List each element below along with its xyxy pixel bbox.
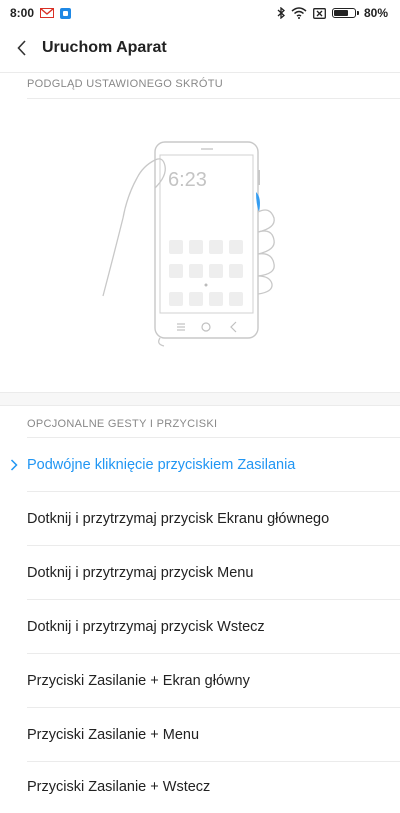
option-label: Dotknij i przytrzymaj przycisk Ekranu gł… (27, 510, 330, 527)
gmail-icon (40, 8, 55, 18)
wifi-icon (291, 7, 307, 19)
back-button[interactable] (8, 34, 36, 62)
section-gap (0, 393, 400, 405)
preview-header-divider (27, 98, 400, 99)
option-double-click-power[interactable]: Podwójne kliknięcie przyciskiem Zasilani… (0, 438, 400, 491)
chevron-right-icon (10, 458, 18, 471)
clock: 8:00 (10, 6, 35, 20)
option-power-menu[interactable]: Przyciski Zasilanie + Menu (0, 708, 400, 761)
option-power-home[interactable]: Przyciski Zasilanie + Ekran główny (0, 654, 400, 707)
option-label: Przyciski Zasilanie + Ekran główny (27, 672, 250, 689)
option-power-back[interactable]: Przyciski Zasilanie + Wstecz (0, 760, 400, 813)
back-arrow-icon (17, 40, 26, 56)
notification-app-icon (60, 7, 72, 19)
no-sim-icon (313, 7, 326, 19)
option-label: Przyciski Zasilanie + Menu (27, 726, 200, 743)
shortcut-preview-illustration: 6:23 (102, 141, 275, 347)
page-indicator (204, 283, 208, 287)
option-label: Podwójne kliknięcie przyciskiem Zasilani… (27, 456, 296, 473)
option-hold-menu[interactable]: Dotknij i przytrzymaj przycisk Menu (0, 546, 400, 599)
status-bar: 8:00 80% (0, 0, 400, 26)
toolbar-divider (0, 72, 400, 73)
battery-fill (333, 10, 349, 16)
status-bar-left: 8:00 (0, 6, 72, 20)
status-bar-right: 80% (277, 6, 400, 20)
preview-section-header: PODGLĄD USTAWIONEGO SKRÓTU (27, 78, 224, 90)
option-label: Przyciski Zasilanie + Wstecz (27, 778, 211, 795)
toolbar: Uruchom Aparat (0, 26, 400, 70)
options-top-divider (0, 405, 400, 406)
bluetooth-icon (277, 7, 285, 19)
options-section-header: OPCJONALNE GESTY I PRZYCISKI (27, 418, 218, 430)
phone-clock: 6:23 (168, 169, 207, 191)
option-label: Dotknij i przytrzymaj przycisk Wstecz (27, 618, 265, 635)
page-title: Uruchom Aparat (42, 39, 167, 56)
battery-percent: 80% (363, 6, 388, 20)
option-hold-home[interactable]: Dotknij i przytrzymaj przycisk Ekranu gł… (0, 492, 400, 545)
battery-icon (331, 8, 359, 18)
option-hold-back[interactable]: Dotknij i przytrzymaj przycisk Wstecz (0, 600, 400, 653)
option-label: Dotknij i przytrzymaj przycisk Menu (27, 564, 254, 581)
